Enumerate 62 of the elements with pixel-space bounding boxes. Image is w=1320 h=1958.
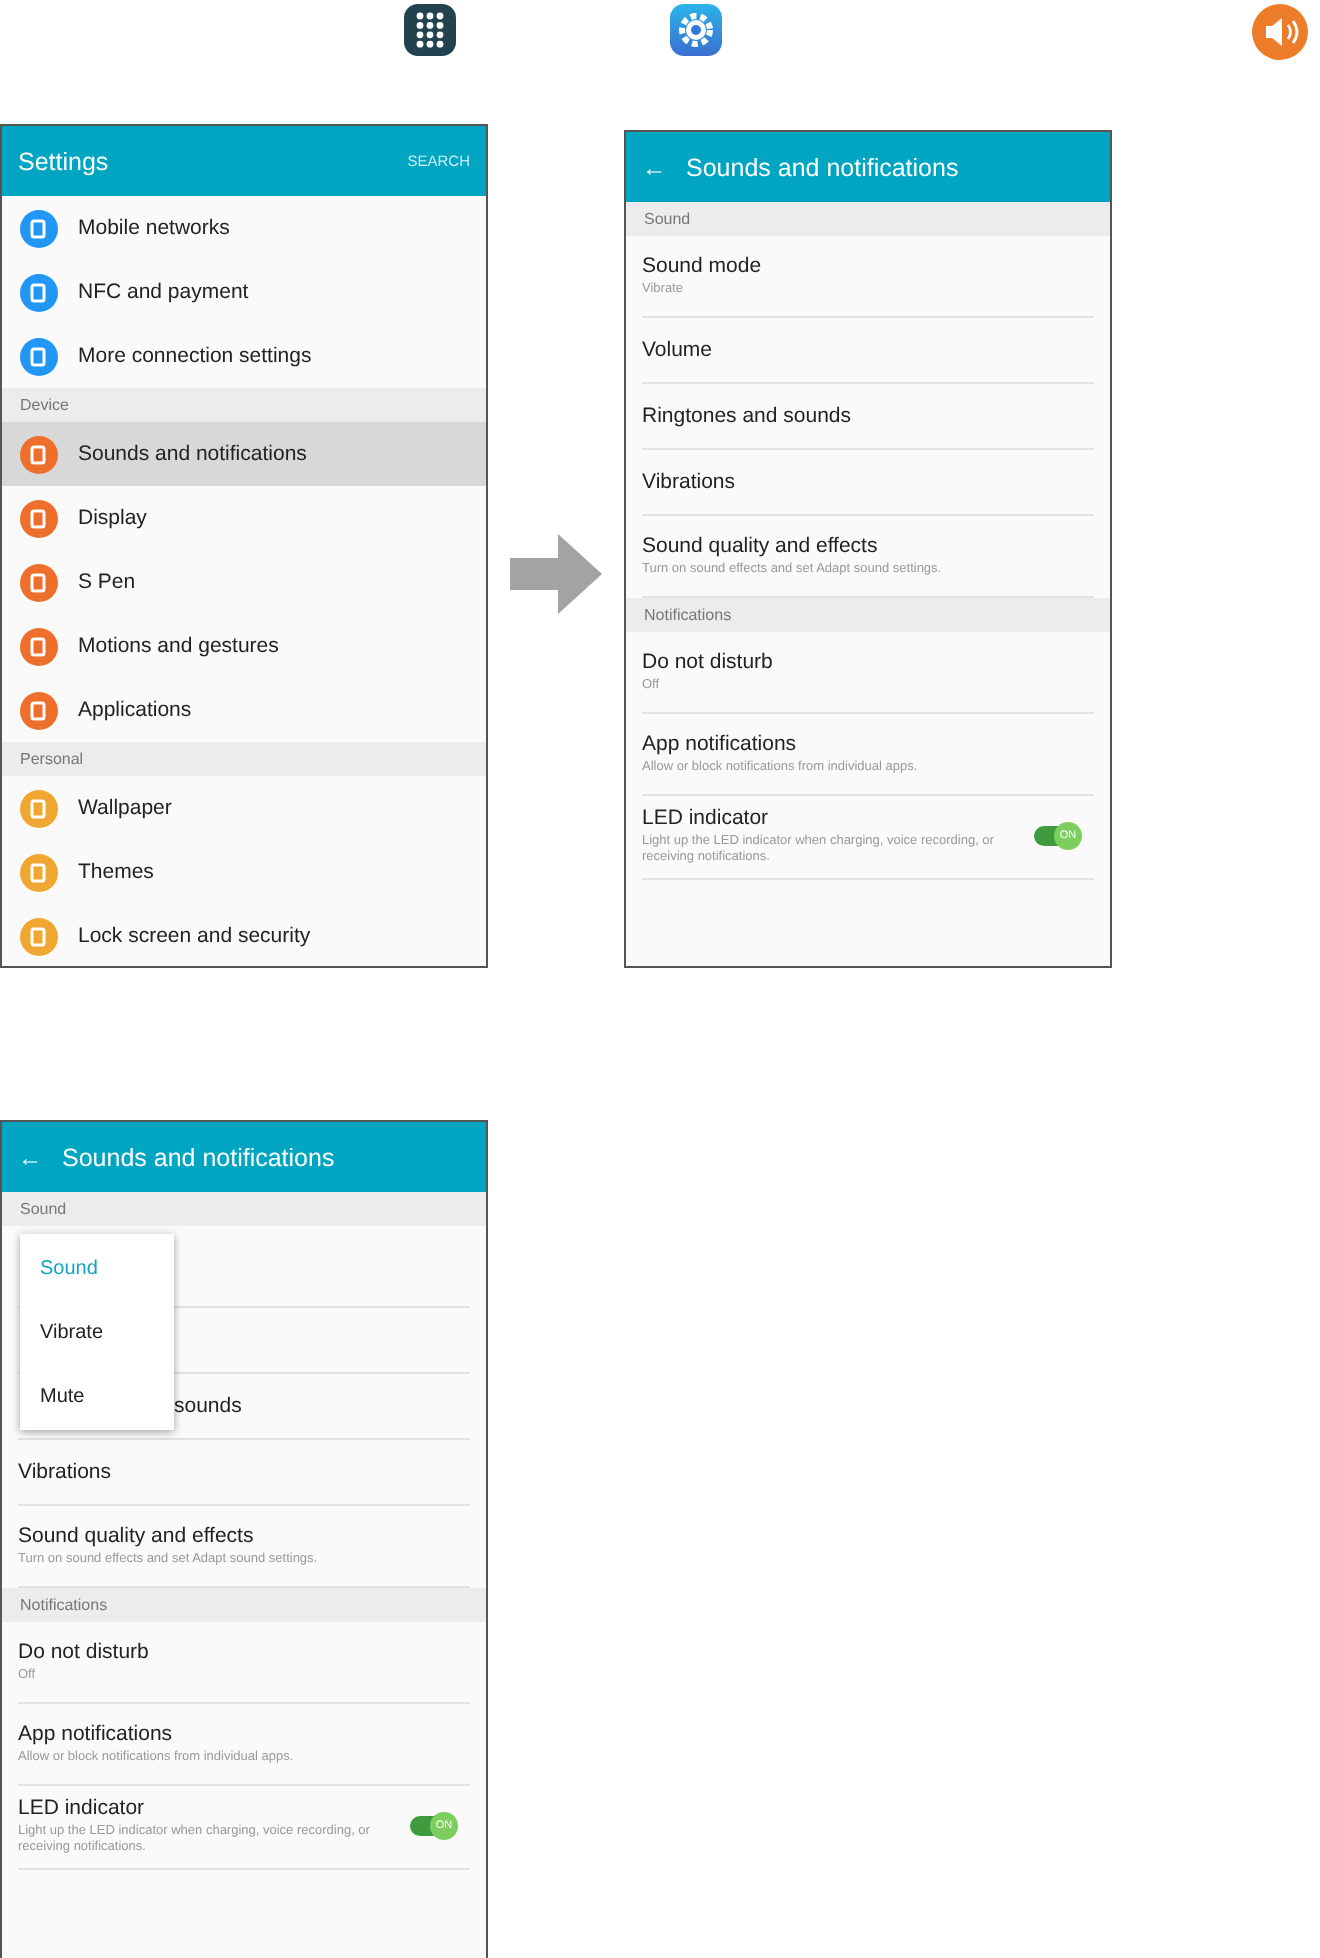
settings-icon	[670, 4, 722, 56]
item-label: Mobile networks	[78, 216, 230, 240]
item-label[interactable]: Do not disturb	[642, 649, 1094, 674]
settings-item[interactable]: Display	[2, 486, 486, 550]
section-label: Sound	[20, 1200, 67, 1218]
item-label: NFC and payment	[78, 280, 249, 304]
section-label: Sound	[644, 210, 691, 228]
section-label: Notifications	[20, 1596, 108, 1614]
screen-title: Settings	[18, 147, 109, 175]
item-label[interactable]: Sound quality and effects	[18, 1523, 470, 1548]
setting-icon	[20, 499, 58, 537]
section-label: Personal	[20, 750, 84, 768]
settings-item[interactable]: Motions and gestures	[2, 614, 486, 678]
apps-icon	[404, 4, 456, 56]
settings-item[interactable]: Applications	[2, 678, 486, 742]
setting-icon	[20, 853, 58, 891]
screen-title: Sounds and notifications	[62, 1143, 335, 1171]
setting-icon	[20, 917, 58, 955]
item-label[interactable]: Ringtones and sounds	[642, 404, 1094, 428]
settings-item[interactable]: Wallpaper	[2, 776, 486, 840]
speaker-icon	[1252, 4, 1308, 60]
item-label[interactable]: LED indicator	[642, 806, 1010, 830]
item-label: More connection settings	[78, 344, 312, 368]
settings-item[interactable]: NFC and payment	[2, 260, 486, 324]
setting-icon	[20, 337, 58, 375]
item-label[interactable]: App notifications	[18, 1721, 470, 1746]
settings-item[interactable]: Sounds and notifications	[2, 422, 486, 486]
section-label: Notifications	[644, 606, 732, 624]
item-label: sounds	[174, 1394, 242, 1418]
item-label: Applications	[78, 698, 192, 722]
menu-item[interactable]: Mute	[20, 1364, 174, 1428]
item-label[interactable]: Do not disturb	[18, 1639, 470, 1664]
menu-item[interactable]: Vibrate	[20, 1300, 174, 1364]
item-label[interactable]: Vibrations	[18, 1460, 470, 1484]
item-label[interactable]: Sound quality and effects	[642, 533, 1094, 558]
settings-item[interactable]: Lock screen and security	[2, 904, 486, 966]
item-label: Themes	[78, 860, 154, 884]
settings-item[interactable]: More connection settings	[2, 324, 486, 388]
item-label[interactable]: Volume	[642, 338, 1094, 362]
setting-icon	[20, 789, 58, 827]
item-label: Sounds and notifications	[78, 442, 307, 466]
screen-title: Sounds and notifications	[686, 153, 959, 181]
setting-icon	[20, 691, 58, 729]
item-label[interactable]: App notifications	[642, 731, 1094, 756]
item-label: Wallpaper	[78, 796, 172, 820]
setting-icon	[20, 435, 58, 473]
item-label: Lock screen and security	[78, 924, 311, 948]
item-label[interactable]: LED indicator	[18, 1796, 386, 1820]
setting-icon	[20, 209, 58, 247]
item-label: Motions and gestures	[78, 634, 279, 658]
setting-icon	[20, 627, 58, 665]
settings-item[interactable]: S Pen	[2, 550, 486, 614]
setting-icon	[20, 563, 58, 601]
section-label: Device	[20, 396, 69, 414]
item-label[interactable]: Sound mode	[642, 253, 1094, 278]
item-label: Display	[78, 506, 147, 530]
setting-icon	[20, 273, 58, 311]
item-label: S Pen	[78, 570, 136, 594]
settings-item[interactable]: Mobile networks	[2, 196, 486, 260]
arrow-icon	[510, 534, 602, 614]
settings-item[interactable]: Themes	[2, 840, 486, 904]
item-label[interactable]: Vibrations	[642, 470, 1094, 494]
